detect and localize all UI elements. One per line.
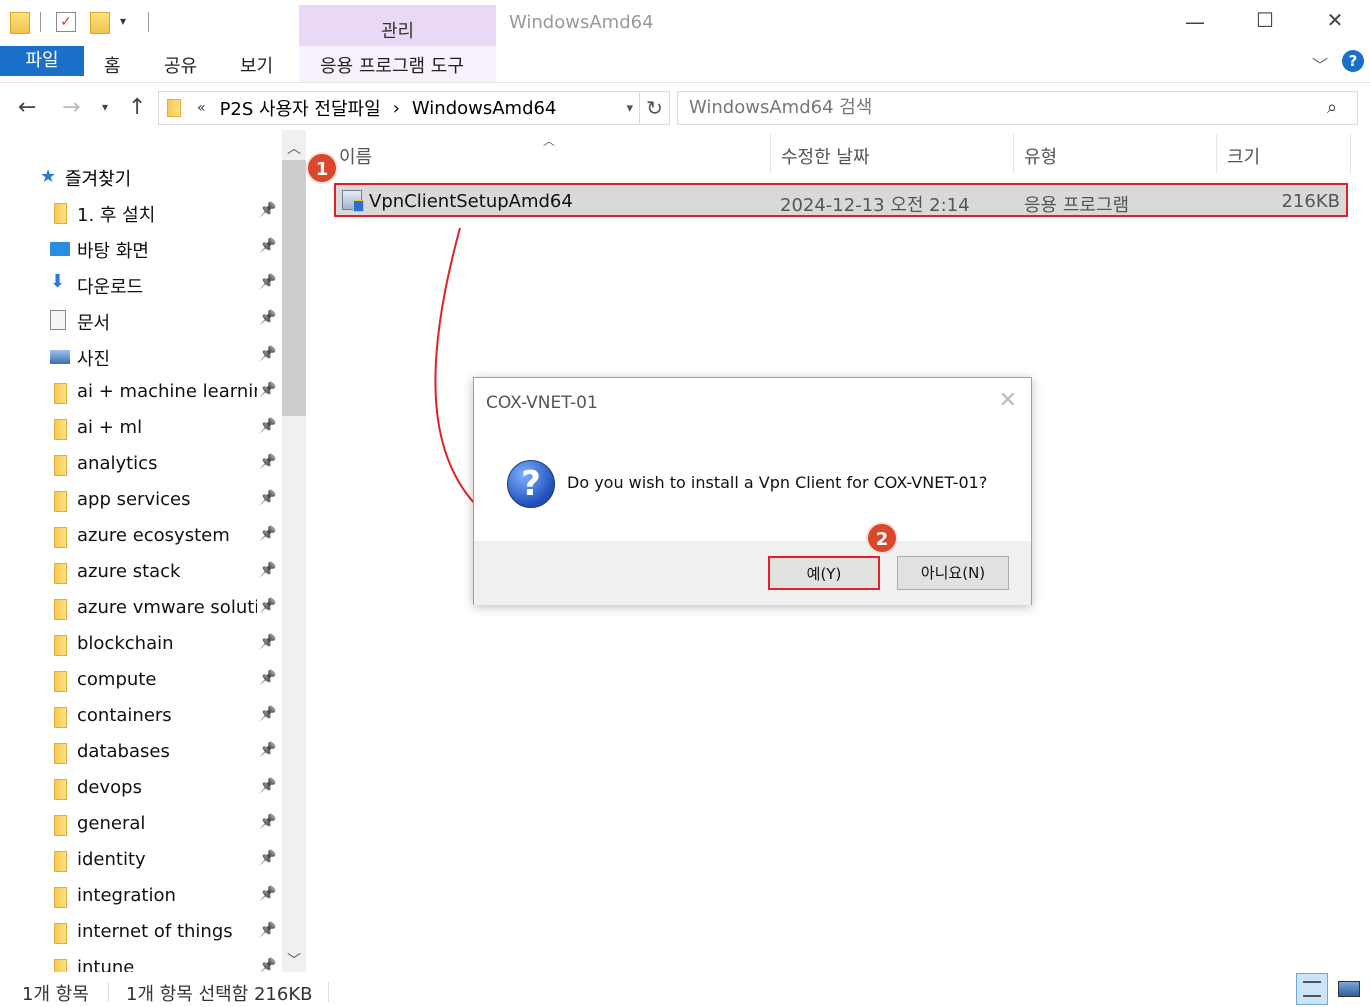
file-explorer-window: ✓ ▾ 관리 WindowsAmd64 — ☐ ✕ 파일 홈 공유 보기 응용 … — [0, 0, 1370, 1007]
dialog-message: Do you wish to install a Vpn Client for … — [567, 473, 988, 492]
dialog-close-icon[interactable]: ✕ — [999, 388, 1017, 413]
step-badge: 2 — [866, 522, 898, 554]
question-icon: ? — [507, 460, 555, 508]
large-icons-view-icon[interactable] — [1334, 973, 1366, 1005]
no-button[interactable]: 아니요(N) — [897, 556, 1009, 590]
dialog-title: COX-VNET-01 — [486, 393, 598, 413]
status-item-count: 1개 항목 — [22, 984, 89, 1005]
status-selection: 1개 항목 선택함 216KB — [126, 984, 313, 1005]
divider — [108, 982, 109, 1002]
details-view-icon[interactable] — [1296, 973, 1328, 1005]
step-badge: 1 — [306, 152, 338, 184]
yes-button[interactable]: 예(Y) — [768, 556, 880, 590]
install-dialog: COX-VNET-01 ✕ ? Do you wish to install a… — [473, 377, 1032, 605]
divider — [328, 982, 329, 1002]
